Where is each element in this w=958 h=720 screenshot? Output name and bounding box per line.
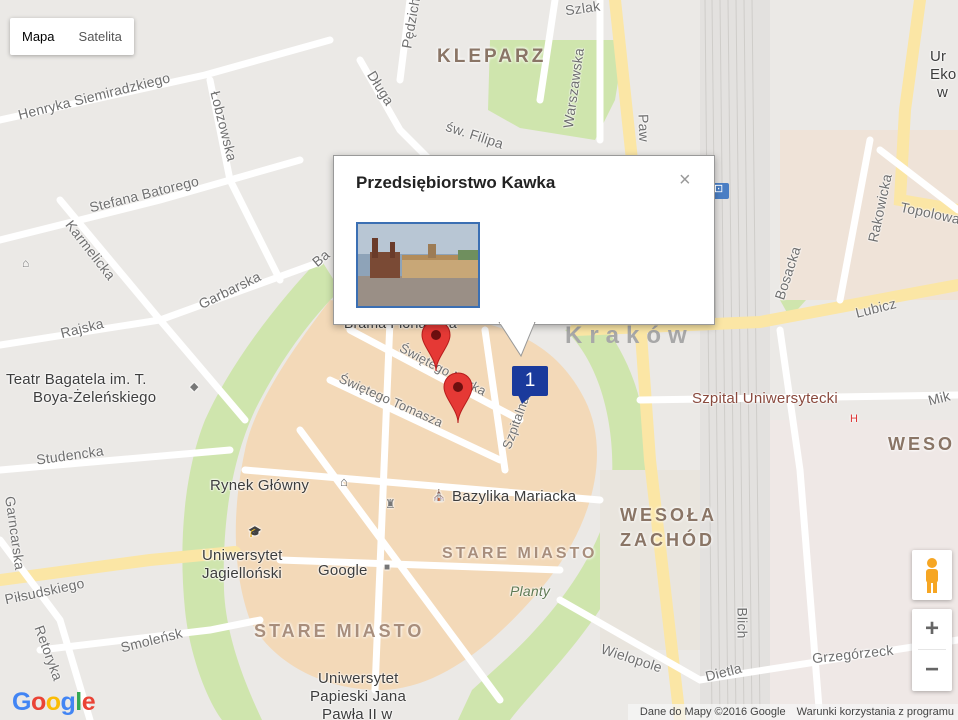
google-logo[interactable]: Google [12,688,96,717]
map-attribution: Dane do Mapy ©2016 Google Warunki korzys… [627,704,958,720]
terms-link[interactable]: Warunki korzystania z programu [797,706,954,718]
office-icon: ■ [384,562,391,573]
poi-label-teatr-2: Boya-Żeleńskiego [33,389,157,406]
google-logo-letter: o [45,688,61,716]
street-label-pawia: Paw [635,113,653,143]
info-window: Przedsiębiorstwo Kawka × [333,155,715,325]
google-logo-letter: e [81,688,96,716]
cluster-pointer [518,395,532,404]
poi-label-top-right-2: Eko [930,66,957,83]
zoom-in-button[interactable]: + [912,609,952,649]
street-label-blich: Blich [734,607,751,639]
poi-label-papieski-3: Pawła II w [322,706,393,720]
city-label-krakow: Kraków [565,322,694,349]
district-label-stare-miasto: STARE MIASTO [442,545,598,562]
photo-image [358,224,478,306]
map-data-copyright: Dane do Mapy ©2016 Google [639,706,786,718]
map-marker[interactable] [421,320,451,372]
cluster-marker[interactable]: 1 [512,366,548,396]
info-window-photo[interactable] [356,222,480,308]
zoom-control: + − [912,609,952,691]
cluster-count: 1 [524,370,536,391]
map-type-satellite-button[interactable]: Satelita [67,18,134,55]
close-icon[interactable]: × [679,170,691,190]
church-icon: ⛪ [432,490,446,502]
train-station-icon: ⊡ [714,183,724,195]
park-label-planty: Planty [510,583,551,599]
map-marker[interactable] [443,372,473,424]
university-icon: 🎓 [248,526,262,538]
google-logo-letter: o [30,688,46,716]
map-type-control: Mapa Satelita [10,18,134,55]
poi-label-papieski-1: Uniwersytet [318,670,399,687]
info-window-title: Przedsiębiorstwo Kawka [356,173,556,192]
poi-label-jagiellonski: Jagielloński [202,565,282,582]
google-logo-letter: G [12,688,31,716]
district-label-kleparz: KLEPARZ [437,46,547,67]
map-canvas[interactable]: Mapa Satelita KLEPARZ Kraków STARE MIAST… [0,0,958,720]
poi-label-top-right-1: Ur [930,48,947,65]
monument-icon: ♜ [385,497,396,511]
poi-label-uniwersytet: Uniwersytet [202,547,283,564]
district-label-wesola: WESOŁA [620,505,717,525]
poi-label-bazylika: Bazylika Mariacka [452,488,577,505]
pegman-button[interactable] [912,550,952,600]
google-logo-letter: g [60,688,76,716]
map-tiles [0,0,958,720]
district-label-stare-miasto-2: STARE MIASTO [254,621,425,641]
map-type-map-button[interactable]: Mapa [10,18,67,55]
hospital-icon: H [850,413,859,425]
rynek-icon: ⌂ [340,474,349,489]
poi-label-top-right-3: w [937,84,949,101]
museum-icon: ⌂ [22,256,30,270]
pegman-icon [926,558,938,593]
poi-label-google: Google [318,562,368,579]
poi-label-rynek: Rynek Główny [210,477,310,494]
district-label-wesola-edge: WESO [888,434,956,454]
zoom-out-button[interactable]: − [912,650,952,690]
theater-icon: ◆ [190,381,199,393]
district-label-zachod: ZACHÓD [620,530,715,550]
info-window-tail [498,322,536,358]
poi-label-papieski-2: Papieski Jana [310,688,406,705]
poi-label-szpital: Szpital Uniwersytecki [692,390,838,407]
poi-label-teatr-1: Teatr Bagatela im. T. [6,371,147,388]
